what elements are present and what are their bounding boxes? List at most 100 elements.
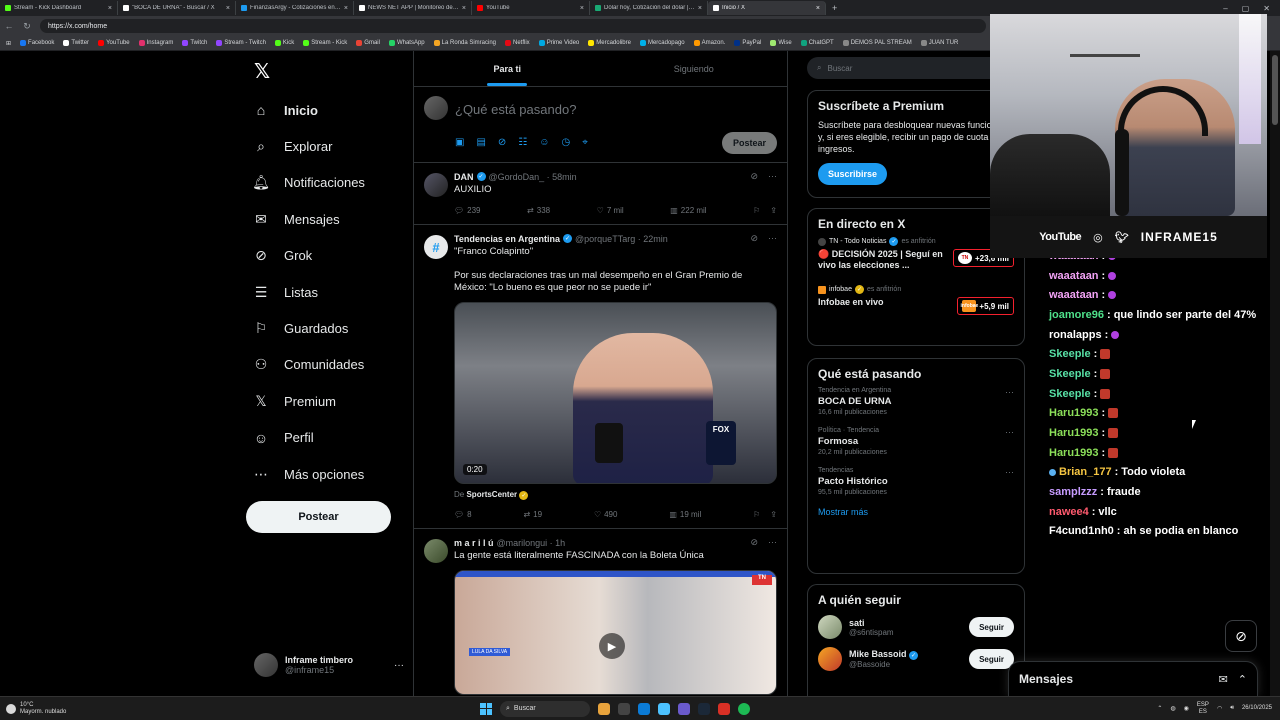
refresh-icon[interactable]: ↻	[22, 21, 32, 32]
reply-button[interactable]: 💬︎ 8	[454, 510, 472, 519]
bookmark-item[interactable]: PayPal	[734, 40, 761, 46]
bookmark-item[interactable]: Prime Video	[538, 40, 579, 46]
share-icon[interactable]: ⇪	[770, 206, 777, 215]
chat-username[interactable]: samplzzz	[1049, 486, 1097, 498]
back-arrow-icon[interactable]: ←	[4, 21, 14, 31]
nav-item-comunidades[interactable]: ⚇ Comunidades	[252, 347, 412, 383]
source-name[interactable]: SportsCenter	[466, 490, 517, 499]
chat-username[interactable]: ronalapps	[1049, 329, 1102, 341]
tweet-author-handle[interactable]: @GordoDan_ · 58min	[489, 172, 577, 182]
tweet-video[interactable]: TN LULA DA SILVA ▶	[454, 570, 777, 695]
avatar[interactable]	[424, 173, 448, 197]
chat-username[interactable]: Skeeple	[1049, 348, 1091, 360]
spotify-icon[interactable]	[738, 702, 750, 715]
bookmark-item[interactable]: JUAN TUR	[920, 40, 958, 46]
bookmark-icon[interactable]: ⚐	[753, 510, 760, 519]
language-indicator[interactable]: ESP ES	[1197, 702, 1209, 716]
close-tab-icon[interactable]: ×	[108, 5, 112, 12]
scrollbar[interactable]	[1270, 51, 1280, 696]
nav-item-grok[interactable]: ⊘ Grok	[252, 238, 412, 274]
bookmark-item[interactable]: Kick	[274, 40, 294, 46]
minimize-icon[interactable]: –	[1223, 4, 1227, 13]
account-switcher[interactable]: Inframe timbero @inframe15 ···	[254, 653, 404, 677]
tweet[interactable]: # Tendencias en Argentina ✓ @porqueTTarg…	[414, 225, 787, 529]
chat-username[interactable]: Haru1993	[1049, 447, 1099, 459]
url-input[interactable]: https://x.com/home	[40, 19, 986, 33]
schedule-icon[interactable]: ◷	[561, 137, 570, 148]
bookmark-item[interactable]: Facebook	[20, 40, 54, 46]
gif-icon[interactable]: ▤	[476, 137, 485, 148]
clock[interactable]: 26/10/2025	[1242, 705, 1272, 712]
chat-username[interactable]: joamore96	[1049, 309, 1104, 321]
nav-item-listas[interactable]: ☰ Listas	[252, 274, 412, 310]
follow-suggestion[interactable]: Mike Bassoid ✓ @Bassoide Seguir	[818, 647, 1014, 671]
file-explorer-icon[interactable]	[598, 702, 610, 715]
nav-item-explorar[interactable]: ⌕ Explorar	[252, 128, 412, 164]
chat-username[interactable]: waaataan	[1049, 270, 1099, 282]
avatar[interactable]: #	[424, 235, 448, 259]
follow-suggestion[interactable]: sati @s6ntispam Seguir	[818, 615, 1014, 639]
task-view-icon[interactable]	[618, 702, 630, 715]
bookmark-item[interactable]: Netflix	[505, 40, 530, 46]
more-icon[interactable]: ···	[1005, 467, 1014, 477]
browser-tab[interactable]: Stream - Kick Dashboard ×	[0, 1, 118, 15]
close-window-icon[interactable]: ✕	[1263, 4, 1270, 13]
nav-item-mensajes[interactable]: ✉ Mensajes	[252, 201, 412, 237]
emoji-icon[interactable]: ☺	[539, 137, 549, 148]
reply-button[interactable]: 💬︎ 239	[454, 206, 481, 215]
bookmark-item[interactable]: Wise	[770, 40, 792, 46]
bookmark-item[interactable]: Twitch	[182, 40, 207, 46]
poll-icon[interactable]: ☷	[518, 137, 527, 148]
trend-item[interactable]: Tendencia en Argentina BOCA DE URNA 16,6…	[818, 387, 1014, 416]
play-icon[interactable]: ▶	[599, 633, 625, 659]
grok-icon[interactable]: ⊘	[1225, 620, 1257, 652]
steam-icon[interactable]	[698, 702, 710, 715]
views-button[interactable]: ▥ 222 mil	[670, 206, 706, 215]
more-icon[interactable]: ···	[1005, 387, 1014, 397]
close-tab-icon[interactable]: ×	[816, 5, 820, 12]
bookmark-item[interactable]: WhatsApp	[388, 40, 425, 46]
bookmark-icon[interactable]: ⚐	[753, 206, 760, 215]
more-icon[interactable]: ···	[1005, 427, 1014, 437]
post-button[interactable]: Postear	[246, 501, 391, 533]
more-icon[interactable]: ···	[768, 537, 777, 548]
obs-icon[interactable]	[718, 702, 730, 715]
browser-tab[interactable]: FinanzasArgy - Cotizaciones en ti... ×	[236, 1, 354, 15]
share-icon[interactable]: ⇪	[770, 510, 777, 519]
tab-following[interactable]: Siguiendo	[601, 51, 788, 86]
bookmark-item[interactable]: Gmail	[356, 40, 380, 46]
like-button[interactable]: ♡ 490	[594, 510, 618, 519]
chat-username[interactable]: Skeeple	[1049, 368, 1091, 380]
edge-icon[interactable]	[638, 702, 650, 715]
repost-button[interactable]: ⇄ 19	[523, 510, 542, 519]
browser-tab[interactable]: YouTube ×	[472, 1, 590, 15]
expand-icon[interactable]: ⌃	[1238, 673, 1247, 686]
nav-item-notificaciones[interactable]: 🔔︎ Notificaciones	[252, 165, 412, 201]
new-tab-icon[interactable]: +	[826, 3, 843, 13]
nav-item-mas-opciones[interactable]: ⋯ Más opciones	[252, 456, 412, 492]
chat-username[interactable]: Skeeple	[1049, 388, 1091, 400]
bookmark-item[interactable]: Amazon.	[693, 40, 725, 46]
wifi-icon[interactable]: ◠	[1217, 705, 1222, 712]
composer-post-button[interactable]: Postear	[722, 132, 777, 154]
live-item[interactable]: TN - Todo Noticias ✓ es anfitrión 🔴 DECISI…	[818, 237, 1014, 271]
bookmark-item[interactable]: Mercadopago	[639, 40, 685, 46]
tweet[interactable]: m a r i l ú @marilongui · 1h ⊘ ··· La gen…	[414, 529, 787, 695]
grok-icon[interactable]: ⊘	[498, 137, 506, 148]
chat-username[interactable]: nawee4	[1049, 506, 1089, 518]
tweet[interactable]: DAN ✓ @GordoDan_ · 58min ⊘ ··· AUXILIO 💬︎…	[414, 163, 787, 225]
bookmark-item[interactable]: La Ronda Simracing	[433, 40, 496, 46]
scrollbar-thumb[interactable]	[1272, 55, 1278, 125]
nav-item-premium[interactable]: 𝕏 Premium	[252, 383, 412, 419]
bookmark-item[interactable]: ChatGPT	[800, 40, 834, 46]
volume-icon[interactable]: 🔊︎	[1230, 705, 1234, 712]
chat-username[interactable]: Haru1993	[1049, 407, 1099, 419]
browser-tab[interactable]: Inicio / X ×	[708, 1, 826, 15]
discord-icon[interactable]	[678, 702, 690, 715]
bookmark-item[interactable]: Stream - Kick	[303, 40, 347, 46]
messages-drawer[interactable]: Mensajes ✉ ⌃	[1008, 661, 1258, 696]
apps-icon[interactable]: ⊞	[6, 40, 11, 47]
subscribe-button[interactable]: Suscribirse	[818, 163, 888, 185]
more-icon[interactable]: ···	[768, 171, 777, 182]
follow-button[interactable]: Seguir	[969, 649, 1014, 669]
